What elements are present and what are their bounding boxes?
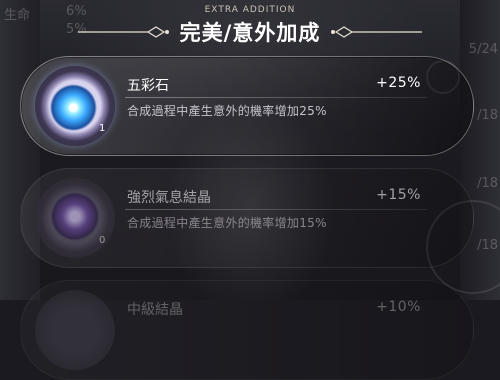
- panel-header: EXTRA ADDITION 完美/意外加成: [0, 0, 500, 52]
- bonus-item-card[interactable]: 中級結晶 +10%: [20, 280, 474, 380]
- rainbow-stone-icon: [35, 66, 115, 146]
- item-icon-frame: [35, 66, 115, 146]
- item-icon-frame: [35, 178, 115, 258]
- bonus-item-card[interactable]: 0 強烈氣息結晶 +15% 合成過程中產生意外的機率增加15%: [20, 168, 474, 268]
- right-ornament-icon: [330, 25, 423, 39]
- header-subtitle: EXTRA ADDITION: [204, 5, 296, 15]
- left-ornament-icon: [77, 25, 170, 39]
- background-counter: /18: [477, 176, 498, 191]
- bonus-item-card[interactable]: 1 五彩石 +25% 合成過程中產生意外的機率增加25%: [20, 56, 474, 156]
- item-count: 0: [99, 235, 106, 246]
- item-bonus: +10%: [376, 299, 421, 315]
- item-name: 強烈氣息結晶: [127, 190, 211, 206]
- crystal-icon: [35, 290, 115, 370]
- item-description: 合成過程中產生意外的機率增加25%: [127, 104, 327, 118]
- item-divider: [125, 209, 427, 210]
- item-description: 合成過程中產生意外的機率增加15%: [127, 216, 327, 230]
- item-name: 五彩石: [127, 78, 169, 94]
- item-divider: [125, 97, 427, 98]
- item-count: 1: [99, 123, 106, 134]
- item-bonus: +15%: [376, 187, 421, 203]
- background-counter: /18: [477, 108, 498, 123]
- strong-aura-crystal-icon: [35, 178, 115, 258]
- item-name: 中級結晶: [127, 302, 183, 318]
- page-title: 完美/意外加成: [179, 21, 321, 45]
- item-bonus: +25%: [376, 75, 421, 91]
- item-icon-frame: [35, 290, 115, 370]
